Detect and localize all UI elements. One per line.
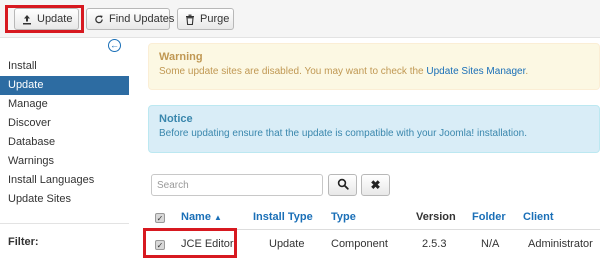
clear-search-button[interactable]: ✖	[361, 174, 390, 196]
column-header-client[interactable]: Client	[523, 211, 554, 223]
column-header-type[interactable]: Type	[331, 211, 356, 223]
toolbar: Update Find Updates Purge	[0, 0, 600, 38]
trash-icon	[185, 13, 195, 25]
sidebar-item-database[interactable]: Database	[0, 133, 129, 152]
find-updates-button[interactable]: Find Updates	[86, 8, 174, 30]
clear-icon: ✖	[370, 178, 381, 192]
sidebar-item-install[interactable]: Install	[0, 57, 129, 76]
collapse-arrow-icon[interactable]: ←	[108, 39, 121, 52]
find-updates-button-label: Find Updates	[109, 13, 175, 25]
sidebar-item-install-languages[interactable]: Install Languages	[0, 171, 129, 190]
purge-button-label: Purge	[200, 13, 230, 25]
column-header-name[interactable]: Name ▲	[181, 211, 222, 223]
warning-message: Some update sites are disabled. You may …	[159, 66, 589, 77]
update-button[interactable]: Update	[14, 8, 79, 30]
upload-icon	[22, 13, 32, 25]
sidebar-item-update-sites[interactable]: Update Sites	[0, 190, 129, 209]
row-type: Component	[331, 238, 388, 250]
refresh-icon	[94, 13, 104, 25]
column-header-install-type[interactable]: Install Type	[253, 211, 313, 223]
sidebar-item-manage[interactable]: Manage	[0, 95, 129, 114]
row-install-type: Update	[269, 238, 305, 250]
column-header-folder[interactable]: Folder	[472, 211, 506, 223]
sort-ascending-icon: ▲	[214, 213, 222, 222]
purge-button[interactable]: Purge	[177, 8, 234, 30]
sidebar-nav: Install Update Manage Discover Database …	[0, 57, 129, 209]
notice-alert: Notice Before updating ensure that the u…	[148, 105, 600, 153]
column-header-name-label: Name	[181, 211, 211, 223]
check-icon: ✓	[156, 214, 164, 223]
row-client: Administrator	[528, 238, 593, 250]
warning-suffix: .	[525, 66, 529, 77]
row-name: JCE Editor	[181, 238, 234, 250]
notice-heading: Notice	[159, 113, 193, 125]
sidebar-item-update[interactable]: Update	[0, 76, 129, 95]
filter-label: Filter:	[8, 236, 39, 248]
sidebar-divider	[0, 223, 129, 224]
search-input[interactable]	[151, 174, 323, 196]
select-all-checkbox[interactable]: ✓	[155, 213, 165, 223]
check-icon: ✓	[156, 241, 164, 250]
row-checkbox[interactable]: ✓	[155, 240, 165, 250]
warning-heading: Warning	[159, 51, 203, 63]
table-header-divider	[148, 229, 600, 230]
sidebar-item-discover[interactable]: Discover	[0, 114, 129, 133]
row-folder: N/A	[481, 238, 500, 250]
search-icon	[337, 178, 349, 193]
update-button-label: Update	[37, 13, 73, 25]
search-button[interactable]	[328, 174, 357, 196]
column-header-version: Version	[416, 211, 456, 223]
sidebar-item-warnings[interactable]: Warnings	[0, 152, 129, 171]
row-version: 2.5.3	[422, 238, 447, 250]
update-sites-manager-link[interactable]: Update Sites Manager	[426, 66, 525, 77]
notice-text: Before updating ensure that the update i…	[159, 128, 527, 139]
warning-text: Some update sites are disabled. You may …	[159, 66, 427, 77]
warning-alert: Warning Some update sites are disabled. …	[148, 43, 600, 90]
